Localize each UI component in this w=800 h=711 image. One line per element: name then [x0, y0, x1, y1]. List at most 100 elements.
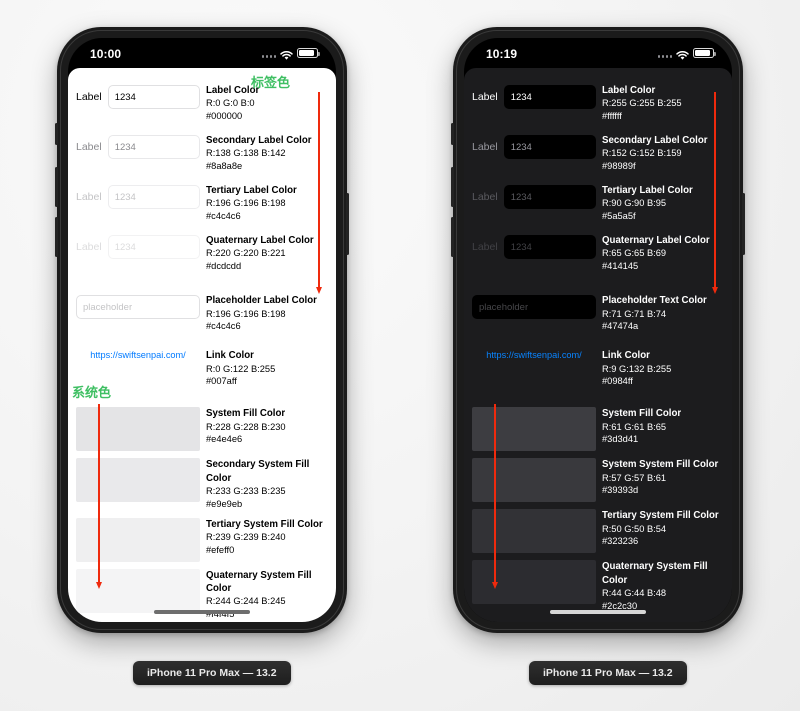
table-row-placeholder: placeholder Placeholder Text Color R:71 …: [472, 294, 724, 333]
swatch-group: [472, 509, 596, 554]
silent-switch[interactable]: [451, 123, 454, 145]
silent-switch[interactable]: [55, 123, 58, 145]
color-name: Quaternary Label Color: [206, 235, 314, 247]
color-rgb: R:239 G:239 B:240: [206, 531, 286, 542]
text-field[interactable]: 1234: [503, 135, 596, 160]
color-info: Label Color R:255 G:255 B:255 #ffffff: [596, 84, 724, 123]
table-row: Label 1234 Label Color R:255 G:255 B:255…: [472, 84, 724, 123]
text-field[interactable]: 1234: [107, 235, 200, 260]
color-rgb: R:65 G:65 B:69: [602, 248, 667, 259]
table-row: Label 1234 Tertiary Label Color R:90 G:9…: [472, 184, 724, 223]
color-info: Placeholder Label Color R:196 G:196 B:19…: [200, 294, 328, 333]
swatch-group: [76, 407, 200, 452]
color-name: Tertiary Label Color: [602, 185, 693, 197]
color-info: System Fill Color R:228 G:228 B:230 #e4e…: [200, 407, 328, 446]
color-name: Tertiary System Fill Color: [206, 518, 323, 530]
power-button[interactable]: [742, 193, 745, 255]
color-info: System Fill Color R:61 G:61 B:65 #3d3d41: [596, 407, 724, 446]
color-name: System Fill Color: [602, 408, 682, 420]
annotation-label-section: 标签色: [251, 75, 291, 90]
volume-down-button[interactable]: [55, 217, 58, 257]
color-name: Secondary Label Color: [206, 135, 312, 147]
device-caption-dark: iPhone 11 Pro Max — 13.2: [529, 661, 687, 685]
color-info: Secondary System Fill Color R:233 G:233 …: [200, 458, 328, 510]
swatch-group: [472, 458, 596, 503]
volume-up-button[interactable]: [451, 167, 454, 207]
color-hex: #0984ff: [602, 376, 633, 387]
color-hex: #8a8a8e: [206, 161, 243, 172]
home-indicator[interactable]: [154, 610, 250, 614]
home-indicator[interactable]: [550, 610, 646, 614]
color-swatch: [76, 517, 200, 562]
table-row: Label 1234 Label Color R:0 G:0 B:0 #0000…: [76, 84, 328, 123]
color-rgb: R:61 G:61 B:65: [602, 421, 667, 432]
text-field[interactable]: 1234: [107, 135, 200, 160]
table-row-swatch: Quaternary System Fill Color R:44 G:44 B…: [472, 560, 724, 612]
table-row-placeholder: placeholder Placeholder Label Color R:19…: [76, 294, 328, 333]
color-name: Tertiary System Fill Color: [602, 510, 719, 522]
field-group: Label 1234: [76, 134, 200, 160]
color-rgb: R:228 G:228 B:230: [206, 421, 286, 432]
power-button[interactable]: [346, 193, 349, 255]
notch: [531, 38, 665, 64]
color-name: Secondary Label Color: [602, 135, 708, 147]
volume-up-button[interactable]: [55, 167, 58, 207]
battery-icon: [693, 48, 716, 58]
field-label: Label: [76, 241, 102, 254]
text-field[interactable]: 1234: [503, 235, 596, 260]
signal-dots-icon: [657, 49, 672, 58]
device-screen: 10:00 标签色 Label 1234 Label Color R:0 G:0…: [68, 38, 336, 622]
field-group: Label 1234: [76, 84, 200, 109]
color-name: Link Color: [206, 350, 254, 362]
color-hex: #c4c4c6: [206, 321, 241, 332]
table-row-swatch: System System Fill Color R:57 G:57 B:61 …: [472, 458, 724, 503]
field-label: Label: [76, 191, 102, 204]
color-name: Placeholder Label Color: [206, 295, 317, 307]
placeholder-text-field[interactable]: placeholder: [472, 295, 596, 320]
volume-down-button[interactable]: [451, 217, 454, 257]
placeholder-text-field[interactable]: placeholder: [76, 295, 200, 320]
website-link[interactable]: https://swiftsenpai.com/: [90, 350, 186, 360]
table-row-link: https://swiftsenpai.com/ Link Color R:9 …: [472, 349, 724, 388]
color-name: Tertiary Label Color: [206, 185, 297, 197]
status-bar-indicators: [657, 48, 716, 60]
color-info: Tertiary Label Color R:90 G:90 B:95 #5a5…: [596, 184, 724, 223]
table-row: Label 1234 Quaternary Label Color R:65 G…: [472, 234, 724, 273]
swatch-group: [76, 568, 200, 613]
color-name: System Fill Color: [206, 408, 286, 420]
swatch-group: [76, 458, 200, 503]
color-hex: #323236: [602, 536, 639, 547]
annotation-arrow-labels: [318, 92, 320, 288]
color-rgb: R:44 G:44 B:48: [602, 587, 667, 598]
table-row: Label 1234 Secondary Label Color R:138 G…: [76, 134, 328, 173]
color-rgb: R:255 G:255 B:255: [602, 98, 682, 109]
color-info: Placeholder Text Color R:71 G:71 B:74 #4…: [596, 294, 724, 333]
color-info: Tertiary System Fill Color R:239 G:239 B…: [200, 518, 328, 557]
field-group: placeholder: [472, 294, 596, 320]
device-preview-dark: 10:19 Label 1234 Label Color R:255 G:255…: [451, 27, 745, 633]
website-link[interactable]: https://swiftsenpai.com/: [486, 350, 582, 360]
field-group: Label 1234: [472, 234, 596, 260]
field-label: Label: [472, 91, 498, 103]
link-group: https://swiftsenpai.com/: [76, 349, 200, 360]
table-row: Label 1234 Secondary Label Color R:152 G…: [472, 134, 724, 173]
text-field[interactable]: 1234: [503, 85, 596, 109]
color-hex: #007aff: [206, 376, 237, 387]
color-info: Tertiary Label Color R:196 G:196 B:198 #…: [200, 184, 328, 223]
color-rgb: R:0 G:0 B:0: [206, 98, 255, 109]
color-hex: #c4c4c6: [206, 211, 241, 222]
color-rgb: R:233 G:233 B:235: [206, 485, 286, 496]
text-field[interactable]: 1234: [107, 185, 200, 210]
text-field[interactable]: 1234: [107, 85, 200, 109]
color-hex: #3d3d41: [602, 434, 639, 445]
annotation-system-section: 系统色: [72, 385, 112, 400]
swatch-group: [76, 517, 200, 562]
field-group: Label 1234: [76, 234, 200, 260]
content-sheet: Label 1234 Label Color R:255 G:255 B:255…: [464, 68, 732, 622]
color-rgb: R:196 G:196 B:198: [206, 308, 286, 319]
notch: [135, 38, 269, 64]
table-row-swatch: System Fill Color R:228 G:228 B:230 #e4e…: [76, 407, 328, 452]
text-field[interactable]: 1234: [503, 185, 596, 210]
table-row: Label 1234 Quaternary Label Color R:220 …: [76, 234, 328, 273]
device-screen: 10:19 Label 1234 Label Color R:255 G:255…: [464, 38, 732, 622]
